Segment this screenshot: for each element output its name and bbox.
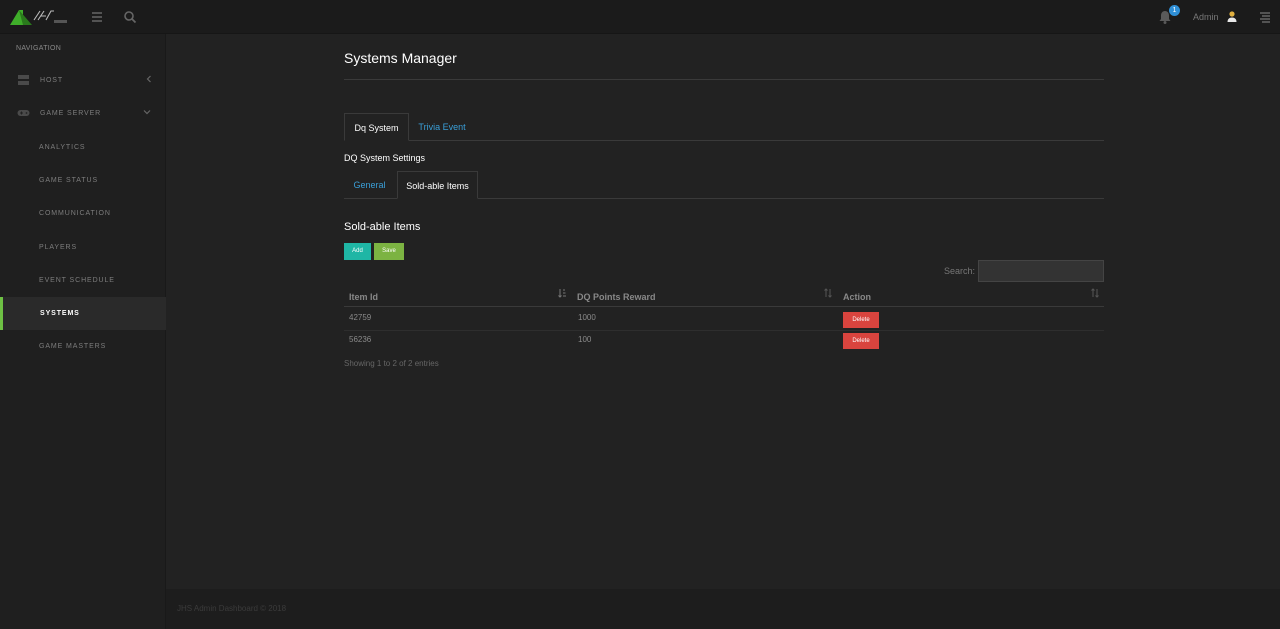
sidebar-item-game-server[interactable]: GAME SERVER	[0, 97, 166, 130]
sidebar-item-host[interactable]: HOST	[0, 64, 166, 97]
top-bar: 1 Admin	[0, 0, 1280, 34]
column-header-item-id[interactable]: Item Id	[349, 292, 378, 302]
sidebar-item-label: EVENT SCHEDULE	[39, 277, 115, 284]
sidebar-item-label: GAME MASTERS	[39, 343, 107, 350]
brand-logo[interactable]	[10, 8, 68, 26]
sort-ascending-icon[interactable]	[558, 288, 566, 298]
tab-general[interactable]: General	[344, 171, 395, 199]
cell-dq-points: 100	[578, 335, 592, 344]
settings-heading: DQ System Settings	[344, 153, 426, 163]
server-icon	[18, 75, 29, 85]
cell-item-id: 56236	[349, 335, 372, 344]
menu-toggle-icon[interactable]	[89, 9, 105, 25]
sidebar-item-label: HOST	[40, 77, 64, 84]
sidebar-item-analytics[interactable]: ANALYTICS	[0, 131, 166, 164]
cell-dq-points: 1000	[578, 313, 596, 322]
add-button[interactable]: Add	[344, 243, 371, 260]
delete-button[interactable]: Delete	[843, 312, 879, 328]
row-divider	[344, 330, 1104, 331]
sidebar-item-game-masters[interactable]: GAME MASTERS	[0, 330, 166, 363]
sidebar-item-game-status[interactable]: GAME STATUS	[0, 164, 166, 197]
page-title: Systems Manager	[344, 50, 457, 66]
save-button[interactable]: Save	[374, 243, 404, 260]
cell-item-id: 42759	[349, 313, 372, 322]
chevron-down-icon	[143, 110, 151, 115]
table-info: Showing 1 to 2 of 2 entries	[344, 359, 439, 368]
avatar[interactable]	[1226, 10, 1238, 22]
sidebar: NAVIGATION HOST GAME SERVER ANALYTICS GA…	[0, 34, 166, 629]
sidebar-item-label: COMMUNICATION	[39, 210, 111, 217]
admin-username[interactable]: Admin	[1193, 12, 1219, 22]
sidebar-item-event-schedule[interactable]: EVENT SCHEDULE	[0, 264, 166, 297]
sidebar-item-label: ANALYTICS	[39, 144, 86, 151]
delete-button[interactable]: Delete	[843, 333, 879, 349]
sort-icon[interactable]	[1091, 288, 1099, 298]
sort-icon[interactable]	[824, 288, 832, 298]
gamepad-icon	[17, 110, 30, 116]
notification-badge: 1	[1169, 5, 1180, 16]
search-label: Search:	[944, 266, 976, 276]
sidebar-item-label: SYSTEMS	[40, 310, 80, 317]
sidebar-item-label: GAME SERVER	[40, 110, 102, 117]
sidebar-item-players[interactable]: PLAYERS	[0, 231, 166, 264]
chevron-left-icon	[146, 75, 151, 83]
footer-text: JHS Admin Dashboard © 2018	[177, 604, 287, 613]
tab-dq-system[interactable]: Dq System	[344, 113, 409, 141]
search-input[interactable]	[978, 260, 1104, 282]
tab-trivia-event[interactable]: Trivia Event	[411, 113, 473, 141]
section-title: Sold-able Items	[344, 221, 421, 233]
tab-soldable-items[interactable]: Sold-able Items	[397, 171, 478, 199]
sidebar-item-label: PLAYERS	[39, 244, 78, 251]
sidebar-item-communication[interactable]: COMMUNICATION	[0, 197, 166, 230]
column-header-dq-points[interactable]: DQ Points Reward	[577, 292, 656, 302]
table-header-divider	[344, 306, 1104, 307]
title-divider	[344, 79, 1104, 80]
footer: JHS Admin Dashboard © 2018	[166, 589, 1280, 629]
sidebar-item-systems[interactable]: SYSTEMS	[0, 297, 166, 330]
right-sidebar-toggle-icon[interactable]	[1257, 9, 1273, 25]
sidebar-item-label: GAME STATUS	[39, 177, 99, 184]
navigation-header: NAVIGATION	[16, 45, 62, 52]
column-header-action[interactable]: Action	[843, 292, 871, 302]
search-icon[interactable]	[122, 9, 138, 25]
